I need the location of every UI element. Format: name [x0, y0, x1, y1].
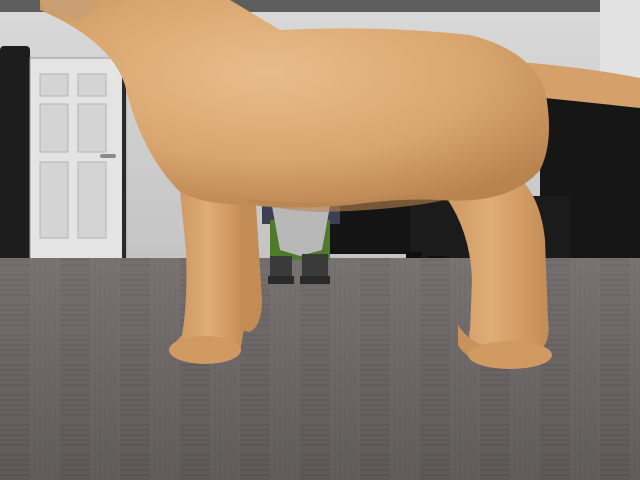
wall-corner: [600, 0, 640, 80]
black-cabinet: [0, 46, 30, 274]
door[interactable]: [29, 57, 127, 261]
door-handle[interactable]: [100, 154, 116, 158]
scene-render: [0, 0, 640, 480]
game-viewport[interactable]: [0, 0, 640, 480]
